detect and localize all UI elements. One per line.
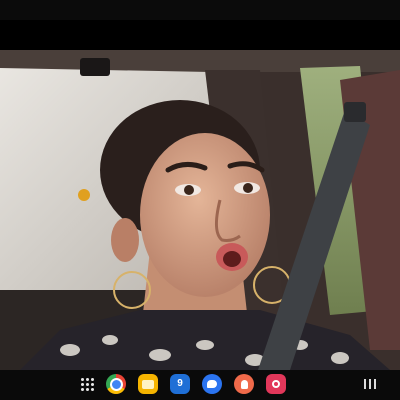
video-letterbox-top — [0, 20, 400, 50]
messages-icon[interactable] — [202, 374, 222, 394]
calendar-icon[interactable]: 9 — [170, 374, 190, 394]
contacts-icon[interactable] — [234, 374, 254, 394]
video-frame-image — [0, 50, 400, 370]
screen-recorder-icon[interactable] — [266, 374, 286, 394]
calendar-date-label: 9 — [177, 378, 183, 389]
device-screen: 9 — [0, 0, 400, 400]
taskbar — [0, 370, 400, 400]
chrome-icon[interactable] — [106, 374, 126, 394]
files-icon[interactable] — [138, 374, 158, 394]
status-bar — [0, 0, 400, 20]
video-player[interactable] — [0, 50, 400, 370]
recent-apps-icon[interactable] — [360, 374, 380, 394]
apps-grid-icon[interactable] — [78, 374, 96, 394]
